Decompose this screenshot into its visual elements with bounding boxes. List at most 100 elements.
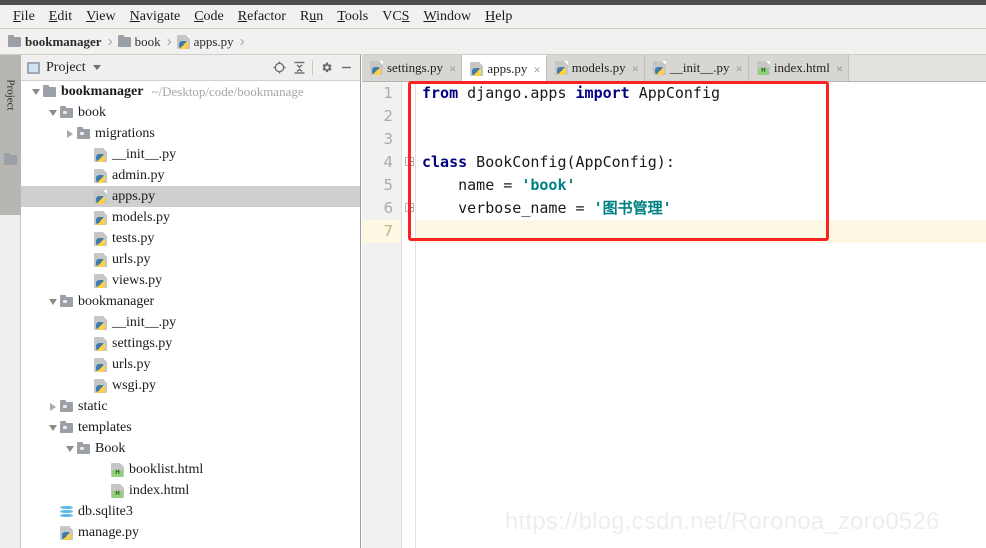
tree-row[interactable]: wsgi.py — [21, 375, 360, 396]
gear-glyph — [321, 62, 332, 73]
code-line[interactable]: class BookConfig(AppConfig): — [418, 151, 986, 174]
tree-row-label: bookmanager — [61, 83, 144, 99]
tree-row[interactable]: book — [21, 102, 360, 123]
minimize-icon[interactable] — [336, 58, 356, 78]
menu-bar: File Edit View Navigate Code Refactor Run Tools… — [0, 5, 986, 29]
editor-tab-models-py[interactable]: models.py × — [546, 55, 645, 81]
tree-row-label: index.html — [129, 482, 190, 498]
fold-collapse-icon-end[interactable] — [405, 203, 414, 212]
tree-row-label: booklist.html — [129, 461, 204, 477]
tree-row[interactable]: settings.py — [21, 333, 360, 354]
menu-item-edit[interactable]: Edit — [42, 6, 79, 28]
fold-collapse-icon[interactable] — [405, 157, 414, 166]
tree-row-label: tests.py — [112, 230, 155, 246]
breadcrumb-item-bookmanager[interactable]: bookmanager — [8, 34, 102, 50]
tree-row[interactable]: migrations — [21, 123, 360, 144]
code-folding-column[interactable] — [402, 82, 416, 548]
tree-row-label: urls.py — [112, 251, 151, 267]
python-file-icon — [94, 336, 107, 351]
tree-row[interactable]: static — [21, 396, 360, 417]
chevron-down-icon[interactable] — [46, 424, 60, 431]
code-line[interactable] — [418, 105, 986, 128]
project-tree[interactable]: bookmanager ~/Desktop/code/bookmanage book… — [21, 81, 360, 547]
python-file-icon — [470, 62, 484, 76]
chevron-right-icon[interactable] — [63, 129, 77, 138]
tree-row[interactable]: bookmanager ~/Desktop/code/bookmanage — [21, 81, 360, 102]
close-icon[interactable]: × — [632, 62, 639, 75]
code-line[interactable] — [418, 220, 986, 243]
code-content[interactable]: from django.apps import AppConfig class … — [418, 82, 986, 548]
tree-row[interactable]: tests.py — [21, 228, 360, 249]
tree-row[interactable]: manage.py — [21, 522, 360, 543]
menu-item-tools[interactable]: Tools — [330, 6, 375, 28]
locate-icon[interactable] — [269, 58, 289, 78]
tree-row[interactable]: __init__.py — [21, 144, 360, 165]
tree-row[interactable]: templates — [21, 417, 360, 438]
tree-row[interactable]: bookmanager — [21, 291, 360, 312]
code-line[interactable] — [418, 128, 986, 151]
menu-item-code[interactable]: Code — [187, 6, 231, 28]
code-token: class — [422, 153, 468, 171]
editor-area: settings.py × apps.py × models.py × __init__.p… — [362, 55, 986, 548]
folder-open-icon — [60, 420, 73, 433]
menu-item-vcs[interactable]: VCS — [375, 6, 416, 28]
tree-row[interactable]: models.py — [21, 207, 360, 228]
close-icon[interactable]: × — [736, 62, 743, 75]
tree-row[interactable]: index.html — [21, 480, 360, 501]
line-number: 3 — [383, 130, 393, 148]
editor-tab-apps-py[interactable]: apps.py × — [462, 55, 547, 82]
tree-row[interactable]: urls.py — [21, 249, 360, 270]
tree-row[interactable]: urls.py — [21, 354, 360, 375]
folder-open-icon — [60, 294, 73, 307]
collapse-all-icon[interactable] — [289, 58, 309, 78]
tool-window-tab-project[interactable]: Project — [0, 55, 21, 215]
breadcrumb-item-apps-py[interactable]: apps.py — [176, 34, 234, 50]
tree-row[interactable]: db.sqlite3 — [21, 501, 360, 522]
breadcrumb-item-book[interactable]: book — [117, 34, 161, 50]
breadcrumb-separator: › — [239, 33, 245, 50]
code-line[interactable]: name = 'book' — [418, 174, 986, 197]
menu-item-window[interactable]: Window — [416, 6, 478, 28]
python-file-icon — [652, 61, 666, 75]
chevron-down-icon[interactable] — [46, 298, 60, 305]
chevron-down-icon[interactable] — [92, 65, 101, 70]
menu-item-view[interactable]: View — [79, 6, 123, 28]
editor-tab-index-html[interactable]: index.html × — [748, 55, 850, 81]
editor-tab-label: apps.py — [487, 61, 528, 76]
code-token: BookConfig(AppConfig): — [467, 153, 675, 171]
line-number: 4 — [383, 153, 393, 171]
tree-row-label: settings.py — [112, 335, 173, 351]
line-number: 5 — [383, 176, 393, 194]
close-icon[interactable]: × — [533, 63, 540, 76]
close-icon[interactable]: × — [449, 62, 456, 75]
tree-row[interactable]: __init__.py — [21, 312, 360, 333]
close-icon[interactable]: × — [836, 62, 843, 75]
tree-row[interactable]: apps.py — [21, 186, 360, 207]
code-line[interactable]: from django.apps import AppConfig — [418, 82, 986, 105]
chevron-down-icon[interactable] — [29, 88, 43, 95]
editor-tab--init-py[interactable]: __init__.py × — [644, 55, 749, 81]
tree-row-label: apps.py — [112, 188, 156, 204]
code-token: AppConfig — [629, 84, 721, 102]
menu-item-help[interactable]: Help — [478, 6, 519, 28]
project-tool-window: Project bookmanager ~/Desktop/code/bookm… — [21, 55, 361, 548]
html-file-icon — [111, 462, 124, 477]
code-editor[interactable]: 1 2 3 4 5 6 7 from django.apps import AppConfi… — [362, 81, 986, 548]
menu-item-navigate[interactable]: Navigate — [123, 6, 188, 28]
gear-icon[interactable] — [316, 58, 336, 78]
code-line[interactable]: verbose_name = '图书管理' — [418, 197, 986, 220]
chevron-down-icon[interactable] — [46, 109, 60, 116]
tree-row[interactable]: booklist.html — [21, 459, 360, 480]
tree-row[interactable]: views.py — [21, 270, 360, 291]
editor-tab-settings-py[interactable]: settings.py × — [362, 55, 463, 81]
python-file-icon — [94, 315, 107, 330]
menu-item-run[interactable]: Run — [293, 6, 330, 28]
tree-row[interactable]: Book — [21, 438, 360, 459]
menu-item-file[interactable]: File — [6, 6, 42, 28]
chevron-right-icon[interactable] — [46, 402, 60, 411]
menu-item-refactor[interactable]: Refactor — [231, 6, 293, 28]
tree-row-label: views.py — [112, 272, 163, 288]
tree-row-path: ~/Desktop/code/bookmanage — [151, 83, 304, 99]
tree-row[interactable]: admin.py — [21, 165, 360, 186]
chevron-down-icon[interactable] — [63, 445, 77, 452]
